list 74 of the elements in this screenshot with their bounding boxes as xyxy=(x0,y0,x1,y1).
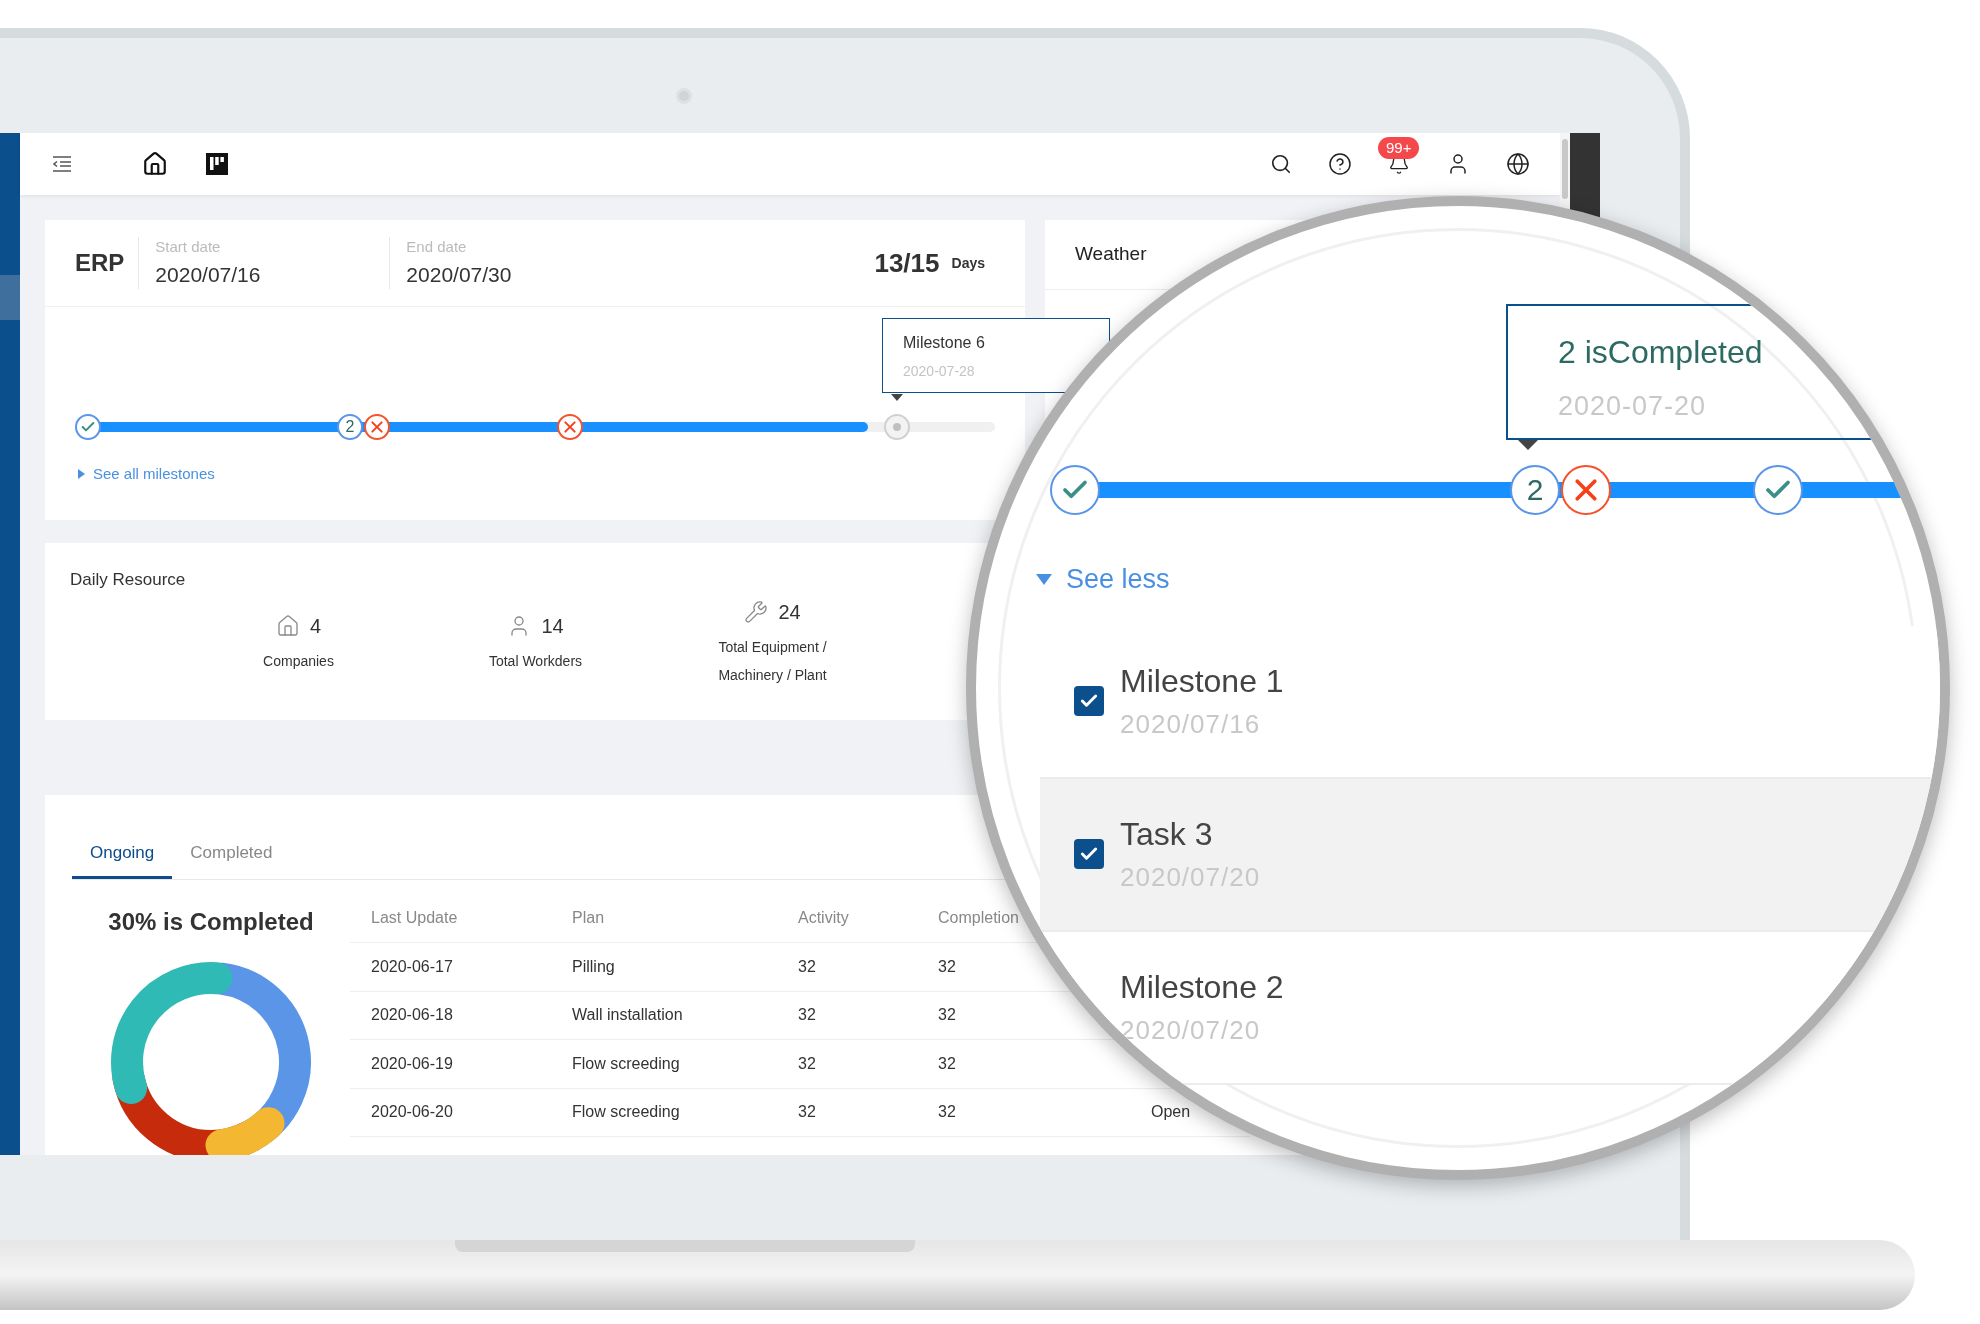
table-cell: 32 xyxy=(938,1006,956,1024)
caret-icon xyxy=(1036,573,1052,585)
start-date: 2020/07/16 xyxy=(155,261,262,288)
tooltip-title: 2 isCompleted xyxy=(1558,333,1764,372)
help-icon[interactable] xyxy=(1328,152,1352,176)
see-all-milestones-link[interactable]: See all milestones xyxy=(78,463,215,486)
card-title: Daily Resource xyxy=(70,569,187,591)
column-header: Activity xyxy=(798,908,849,926)
milestone-name: Task 3 xyxy=(1120,816,1214,852)
table-cell: Open xyxy=(1151,1103,1191,1121)
check-marker[interactable] xyxy=(1050,465,1100,515)
table-cell: 2020-06-17 xyxy=(371,957,453,975)
tab[interactable]: Completed xyxy=(172,830,291,879)
search-icon[interactable] xyxy=(1270,153,1292,175)
checkbox[interactable] xyxy=(1074,839,1104,869)
card-title: Weather xyxy=(1075,242,1147,267)
count-marker[interactable]: 2 xyxy=(337,414,363,440)
count-marker[interactable]: 2 xyxy=(1510,465,1560,515)
table-cell: Pilling xyxy=(572,957,615,975)
cross-icon xyxy=(562,419,578,435)
stat-value: 14 xyxy=(541,613,564,639)
days-unit: Days xyxy=(951,253,985,273)
cross-icon xyxy=(369,419,385,435)
language-icon[interactable] xyxy=(1506,152,1530,176)
tab[interactable]: Ongoing xyxy=(72,830,173,879)
table-cell: 32 xyxy=(798,1103,816,1121)
tooltip-pointer-icon xyxy=(1518,440,1538,450)
cross-marker[interactable] xyxy=(1561,465,1611,515)
table-cell: 2020-06-18 xyxy=(371,1006,453,1024)
table-cell: 2020-06-19 xyxy=(371,1054,453,1072)
home-icon[interactable] xyxy=(142,151,168,177)
pending-marker[interactable] xyxy=(884,414,910,440)
wrench-icon xyxy=(744,599,769,624)
table-cell: Flow screeding xyxy=(572,1103,680,1121)
table-cell: 32 xyxy=(938,1103,956,1121)
house-icon xyxy=(275,613,300,638)
stat-value: 4 xyxy=(309,613,322,639)
stat-label: Total Equipment / Machinery / Plant xyxy=(717,637,828,685)
table-cell: 32 xyxy=(938,957,956,975)
camera-icon xyxy=(676,88,692,104)
table-cell: Wall installation xyxy=(572,1006,683,1024)
cross-marker[interactable] xyxy=(364,414,390,440)
table-cell: 32 xyxy=(798,957,816,975)
table-cell: 2020-06-20 xyxy=(371,1103,453,1121)
notification-badge: 99+ xyxy=(1378,137,1420,159)
end-date: 2020/07/30 xyxy=(406,261,512,288)
stat-label: Companies xyxy=(262,651,335,671)
table-cell: Flow screeding xyxy=(572,1054,680,1072)
table-cell: 32 xyxy=(938,1054,956,1072)
start-date-label: Start date xyxy=(155,237,222,257)
completion-summary: 30% is Completed xyxy=(108,907,314,937)
stat-value: 24 xyxy=(778,599,801,625)
tooltip-pointer-icon xyxy=(891,394,903,401)
milestone-name: Milestone 2 xyxy=(1120,969,1284,1005)
table-cell: 32 xyxy=(798,1054,816,1072)
column-header: Plan xyxy=(572,908,605,926)
checkbox[interactable] xyxy=(1074,686,1104,716)
table-cell: 32 xyxy=(798,1006,816,1024)
check-marker[interactable] xyxy=(1753,465,1803,515)
scrollbar-thumb[interactable] xyxy=(1562,139,1568,199)
tooltip-title: Milestone 6 xyxy=(903,333,986,353)
column-header: Completion xyxy=(938,908,1019,926)
check-marker[interactable] xyxy=(75,414,101,440)
project-name: ERP xyxy=(75,248,126,278)
days-count: 13/15 xyxy=(874,246,940,280)
caret-icon xyxy=(78,469,85,480)
milestone-name: Milestone 1 xyxy=(1120,663,1284,699)
see-less-link[interactable]: See less xyxy=(1036,559,1170,600)
cross-marker[interactable] xyxy=(557,414,583,440)
end-date-label: End date xyxy=(406,237,468,257)
board-icon[interactable] xyxy=(205,152,229,176)
stat-label: Total Workders xyxy=(487,651,584,671)
tooltip-date: 2020-07-28 xyxy=(903,362,976,381)
column-header: Last Update xyxy=(371,908,458,926)
